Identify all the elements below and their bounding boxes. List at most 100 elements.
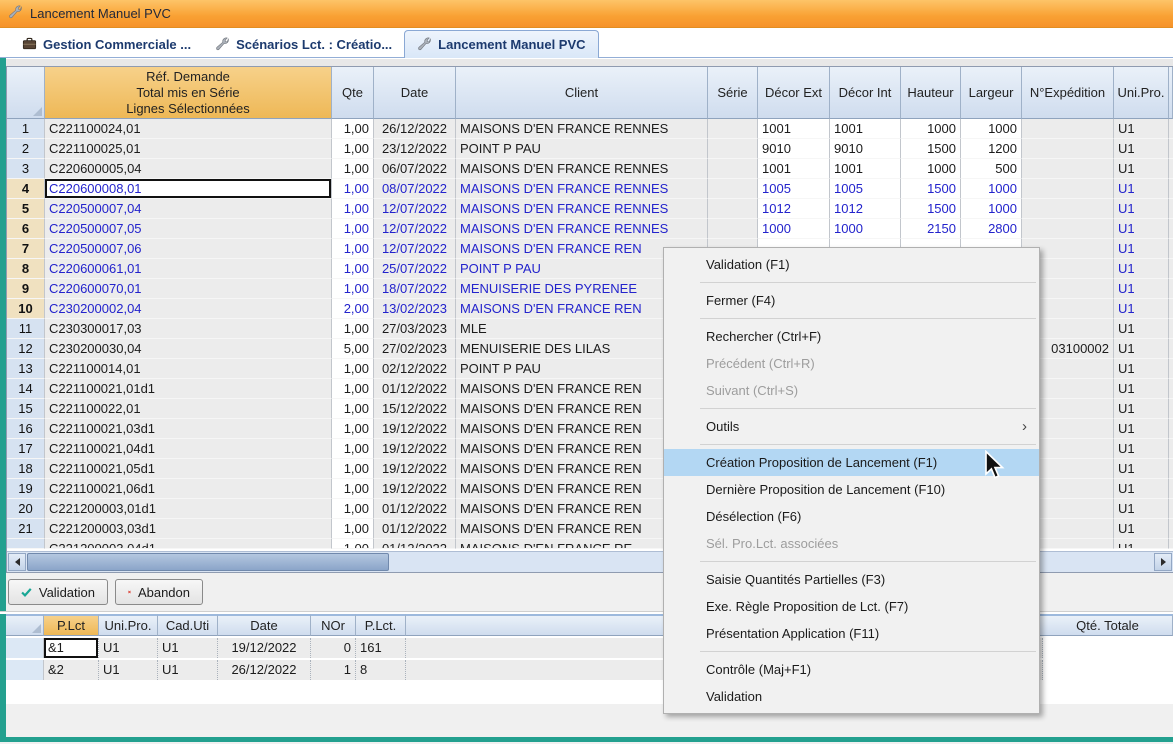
cell-date[interactable]: 19/12/2022 [374, 439, 456, 459]
cell-decor_int[interactable]: 9010 [830, 139, 901, 159]
cell-nor[interactable]: 1 [311, 660, 356, 680]
column-header-qte[interactable]: Qte [332, 67, 374, 119]
menu-item-pr-sentation-application-f11[interactable]: Présentation Application (F11) [664, 620, 1039, 647]
column-header-plct2[interactable]: P.Lct. [356, 614, 406, 636]
cell-unipro[interactable]: U1 [99, 638, 158, 658]
tab-lancement-manuel-pvc[interactable]: Lancement Manuel PVC [404, 30, 598, 58]
cell-num[interactable]: 14 [7, 379, 45, 399]
cell-unipro[interactable]: U1 [1114, 299, 1169, 319]
cell-client[interactable]: MAISONS D'EN FRANCE RENNES [456, 179, 708, 199]
cell-num[interactable]: 10 [7, 299, 45, 319]
cell-caduti[interactable]: U1 [158, 638, 218, 658]
cell-date[interactable]: 19/12/2022 [218, 638, 311, 658]
cell-unipro[interactable]: U1 [1114, 139, 1169, 159]
cell-largeur[interactable]: 1000 [961, 199, 1022, 219]
cell-unipro[interactable]: U1 [1114, 179, 1169, 199]
cell-qte[interactable]: 1,00 [332, 279, 374, 299]
cell-unipro[interactable]: U1 [1114, 459, 1169, 479]
cell-unipro[interactable]: U1 [1114, 519, 1169, 539]
cell-date[interactable]: 08/07/2022 [374, 179, 456, 199]
cell-serie[interactable] [708, 199, 758, 219]
cell-ref[interactable]: C221100021,04d1 [45, 439, 332, 459]
cell-serie[interactable] [708, 119, 758, 139]
cell-qte[interactable]: 1,00 [332, 199, 374, 219]
cell-qte[interactable]: 1,00 [332, 459, 374, 479]
cell-date[interactable]: 01/12/2022 [374, 519, 456, 539]
scroll-left-button[interactable] [8, 553, 26, 571]
column-header-unipro[interactable]: Uni.Pro. [1114, 67, 1169, 119]
cell-qty[interactable] [1043, 660, 1173, 680]
cell-num[interactable]: 8 [7, 259, 45, 279]
cell-serie[interactable] [708, 219, 758, 239]
cell-date[interactable]: 01/12/2022 [374, 499, 456, 519]
cell-num[interactable] [7, 539, 45, 549]
column-header-qty-totale[interactable]: Qté. Totale [1043, 614, 1173, 636]
cell-ref[interactable]: C220500007,06 [45, 239, 332, 259]
cell-unipro[interactable]: U1 [1114, 239, 1169, 259]
cell-expedition[interactable] [1022, 119, 1114, 139]
cell-date[interactable]: 13/02/2023 [374, 299, 456, 319]
cell-qte[interactable]: 1,00 [332, 399, 374, 419]
cell-unipro[interactable]: U1 [1114, 279, 1169, 299]
cell-nor[interactable]: 0 [311, 638, 356, 658]
cell-ref[interactable]: C221200003,03d1 [45, 519, 332, 539]
cell-largeur[interactable]: 500 [961, 159, 1022, 179]
menu-item-validation-f1[interactable]: Validation (F1) [664, 251, 1039, 278]
menu-item-derni-re-proposition-de-lancement-f10[interactable]: Dernière Proposition de Lancement (F10) [664, 476, 1039, 503]
cell-qte[interactable]: 1,00 [332, 259, 374, 279]
cell-qte[interactable]: 1,00 [332, 519, 374, 539]
cell-unipro[interactable]: U1 [1114, 319, 1169, 339]
cell-qte[interactable]: 1,00 [332, 319, 374, 339]
menu-item-saisie-quantit-s-partielles-f3[interactable]: Saisie Quantités Partielles (F3) [664, 566, 1039, 593]
cell-expedition[interactable] [1022, 219, 1114, 239]
cell-ref[interactable]: C221200003,01d1 [45, 499, 332, 519]
cell-expedition[interactable] [1022, 159, 1114, 179]
cell-largeur[interactable]: 1000 [961, 119, 1022, 139]
column-header-serie[interactable]: Série [708, 67, 758, 119]
cell-qte[interactable]: 1,00 [332, 499, 374, 519]
cell-client[interactable]: MAISONS D'EN FRANCE RENNES [456, 119, 708, 139]
cell-num[interactable]: 1 [7, 119, 45, 139]
cell-hauteur[interactable]: 1500 [901, 179, 961, 199]
cell-date[interactable]: 19/12/2022 [374, 459, 456, 479]
cell-decor_int[interactable]: 1001 [830, 119, 901, 139]
tab-gestion-commerciale[interactable]: Gestion Commerciale ... [10, 32, 203, 57]
cell-decor_ext[interactable]: 1012 [758, 199, 830, 219]
cell-num[interactable]: 3 [7, 159, 45, 179]
cell-unipro[interactable]: U1 [1114, 359, 1169, 379]
cell-num[interactable]: 19 [7, 479, 45, 499]
cell-client[interactable]: MAISONS D'EN FRANCE RENNES [456, 199, 708, 219]
cell-serie[interactable] [708, 139, 758, 159]
column-header-hauteur[interactable]: Hauteur [901, 67, 961, 119]
cell-date[interactable]: 26/12/2022 [218, 660, 311, 680]
cell-qte[interactable]: 1,00 [332, 139, 374, 159]
cell-plct[interactable]: &2 [44, 660, 99, 680]
cell-largeur[interactable]: 1200 [961, 139, 1022, 159]
column-header-unipro[interactable]: Uni.Pro. [99, 614, 158, 636]
cell-client[interactable]: POINT P PAU [456, 139, 708, 159]
scroll-right-button[interactable] [1154, 553, 1172, 571]
cell-unipro[interactable]: U1 [1114, 539, 1169, 549]
cell-num[interactable]: 17 [7, 439, 45, 459]
cell-num[interactable]: 18 [7, 459, 45, 479]
cell-qte[interactable]: 1,00 [332, 439, 374, 459]
cell-ref[interactable]: C220500007,05 [45, 219, 332, 239]
cell-unipro[interactable]: U1 [1114, 119, 1169, 139]
cell-qte[interactable]: 1,00 [332, 479, 374, 499]
tab-sc-narios-lct-cr-atio[interactable]: Scénarios Lct. : Créatio... [203, 32, 404, 57]
cell-date[interactable]: 15/12/2022 [374, 399, 456, 419]
cell-num[interactable]: 9 [7, 279, 45, 299]
cell-num[interactable]: 21 [7, 519, 45, 539]
cell-date[interactable]: 26/12/2022 [374, 119, 456, 139]
cell-num[interactable]: 16 [7, 419, 45, 439]
cell-ref[interactable]: C220600061,01 [45, 259, 332, 279]
cell-hauteur[interactable]: 1500 [901, 199, 961, 219]
row-selector-header[interactable] [6, 614, 44, 636]
column-header-date[interactable]: Date [374, 67, 456, 119]
cell-hauteur[interactable]: 1000 [901, 159, 961, 179]
cell-hauteur[interactable]: 1500 [901, 139, 961, 159]
cell-num[interactable]: 2 [7, 139, 45, 159]
table-row[interactable]: 3C220600005,041,0006/07/2022MAISONS D'EN… [7, 159, 1173, 179]
cell-expedition[interactable] [1022, 139, 1114, 159]
table-row[interactable]: 4C220600008,011,0008/07/2022MAISONS D'EN… [7, 179, 1173, 199]
